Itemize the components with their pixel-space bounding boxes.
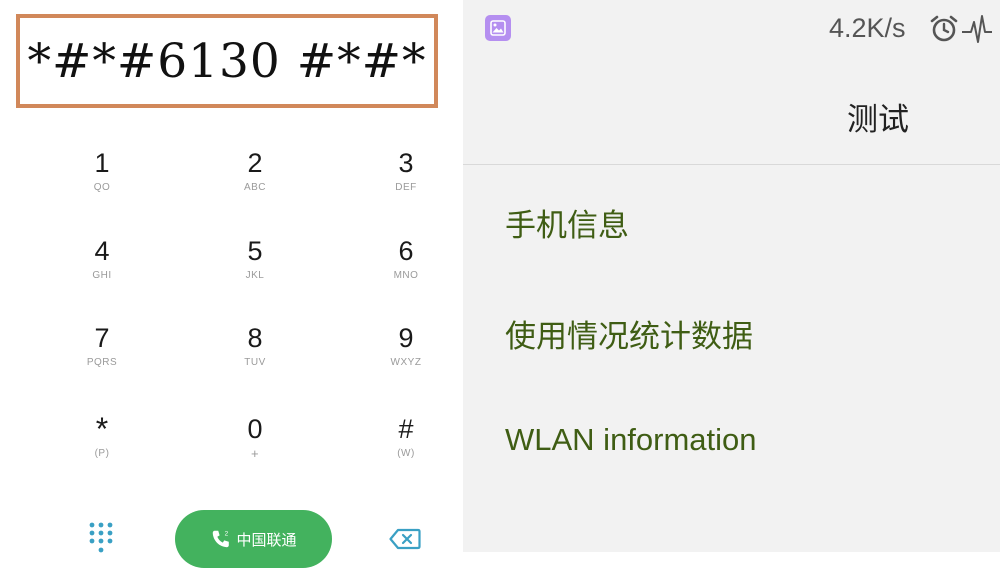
key-digit: 3 — [398, 148, 414, 178]
bottom-margin — [463, 552, 1000, 574]
page-title: 测试 — [847, 102, 909, 137]
menu-item-wlan-information[interactable]: WLAN information — [463, 388, 1000, 488]
svg-text:2: 2 — [225, 530, 229, 537]
key-letters: TUV — [244, 357, 266, 368]
gallery-app-icon — [485, 15, 511, 41]
menu-item-phone-info[interactable]: 手机信息 — [463, 166, 1000, 266]
key-digit: 5 — [247, 236, 263, 266]
key-letters: MNO — [393, 270, 419, 281]
key-2[interactable]: 2 ABC — [205, 148, 305, 222]
backspace-icon[interactable] — [389, 528, 421, 550]
key-letters: + — [250, 446, 260, 461]
key-digit: 7 — [94, 323, 110, 353]
key-7[interactable]: 7 PQRS — [52, 323, 152, 397]
key-digit: 2 — [247, 148, 263, 178]
call-sim-label: 中国联通 — [236, 531, 297, 549]
key-digit: 6 — [398, 236, 414, 266]
network-speed: 4.2K/s — [829, 13, 906, 43]
dialer-action-row: 2 中国联通 — [0, 506, 463, 574]
key-hash[interactable]: # (W) — [356, 414, 456, 488]
key-5[interactable]: 5 JKL — [205, 236, 305, 310]
key-letters: (P) — [94, 448, 110, 459]
phone-sim-icon: 2 — [213, 530, 230, 548]
key-letters: DEF — [395, 182, 417, 193]
key-letters: WXYZ — [390, 357, 422, 368]
key-digit: 1 — [94, 148, 110, 178]
key-digit: 0 — [247, 414, 263, 444]
key-digit: 4 — [94, 236, 110, 266]
key-3[interactable]: 3 DEF — [356, 148, 456, 222]
alarm-clock-icon — [930, 15, 958, 42]
key-4[interactable]: 4 GHI — [52, 236, 152, 310]
pulse-icon — [962, 15, 992, 43]
status-bar: 4.2K/s — [463, 0, 1000, 58]
menu-item-label: 手机信息 — [505, 208, 629, 243]
key-digit: * — [95, 411, 109, 447]
key-letters: PQRS — [86, 357, 118, 368]
key-letters: GHI — [92, 270, 112, 281]
key-0[interactable]: 0 + — [205, 414, 305, 488]
key-letters: QO — [93, 182, 111, 193]
call-button[interactable]: 2 中国联通 — [175, 510, 332, 568]
dialer-panel: *#*#6130 #*#* 1 QO 2 ABC 3 DEF 4 GHI 5 J… — [0, 0, 463, 574]
key-digit: 8 — [247, 323, 263, 353]
menu-item-label: WLAN information — [505, 422, 757, 457]
key-8[interactable]: 8 TUV — [205, 323, 305, 397]
dial-code-display[interactable]: *#*#6130 #*#* — [16, 14, 438, 108]
key-6[interactable]: 6 MNO — [356, 236, 456, 310]
key-digit: # — [398, 414, 414, 444]
test-menu-screen: 4.2K/s 测试 手机信息 使用情况统计数据 WLAN information — [463, 0, 1000, 552]
menu-item-label: 使用情况统计数据 — [505, 319, 753, 354]
key-letters: (W) — [397, 448, 415, 459]
dial-code-text: *#*#6130 #*#* — [27, 33, 427, 89]
key-digit: 9 — [398, 323, 414, 353]
key-star[interactable]: * (P) — [52, 411, 152, 488]
dialpad-grid-icon[interactable] — [89, 522, 113, 554]
menu-item-usage-statistics[interactable]: 使用情况统计数据 — [463, 277, 1000, 377]
key-9[interactable]: 9 WXYZ — [356, 323, 456, 397]
key-letters: ABC — [243, 182, 267, 193]
key-letters: JKL — [245, 270, 265, 281]
title-bar: 测试 — [463, 58, 1000, 165]
key-1[interactable]: 1 QO — [52, 148, 152, 222]
